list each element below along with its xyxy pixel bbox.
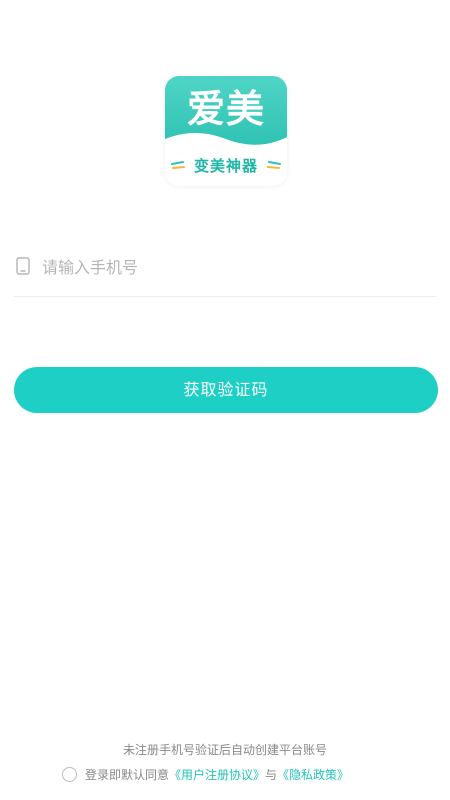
phone-icon [16, 257, 30, 275]
leaf-right-icon [267, 161, 281, 169]
user-agreement-link[interactable]: 《用户注册协议》 [169, 768, 265, 782]
agree-conjunction: 与 [265, 768, 278, 782]
agree-prefix: 登录即默认同意 [85, 768, 170, 782]
agree-checkbox[interactable] [62, 767, 77, 782]
app-logo: 爱美 变美神器 [165, 76, 287, 186]
logo-wave [165, 133, 287, 147]
phone-field-row [14, 250, 436, 297]
auto-register-note: 未注册手机号验证后自动创建平台账号 [122, 743, 327, 757]
logo-banner: 爱美 [165, 76, 287, 147]
agreement-row: 登录即默认同意《用户注册协议》与《隐私政策》 [62, 765, 349, 785]
logo-title: 爱美 [186, 87, 265, 131]
get-code-button[interactable]: 获取验证码 [14, 367, 438, 413]
phone-input[interactable] [42, 252, 422, 282]
privacy-policy-link[interactable]: 《隐私政策》 [277, 768, 349, 782]
